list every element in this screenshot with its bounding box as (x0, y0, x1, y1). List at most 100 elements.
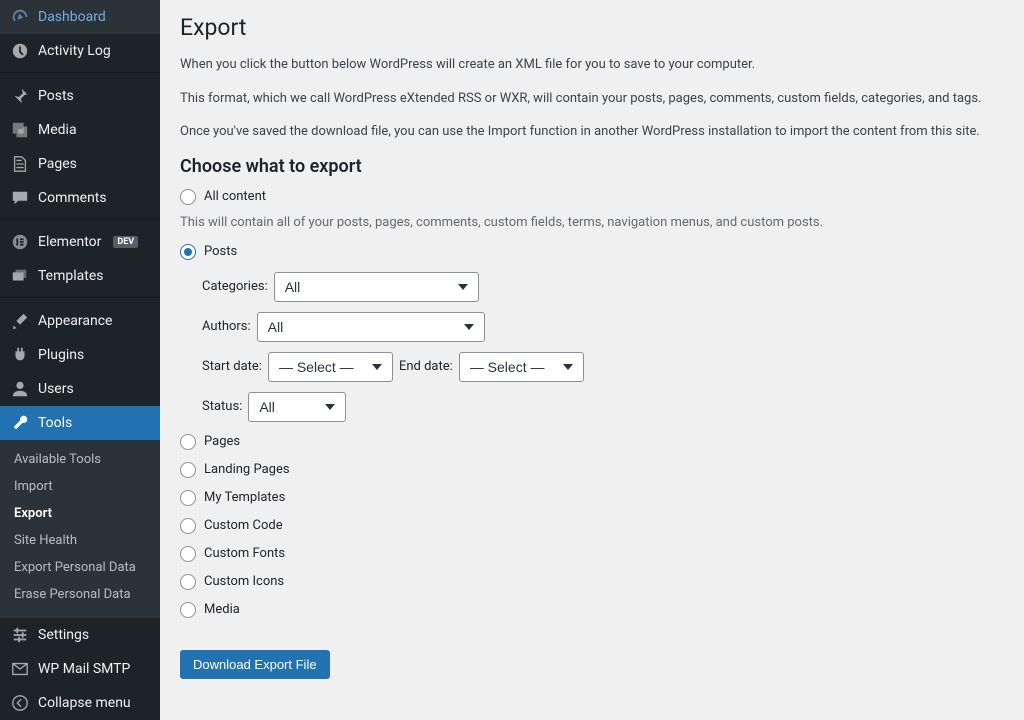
sidebar-item-users[interactable]: Users (0, 372, 160, 406)
option-all-content[interactable]: All content (180, 189, 1004, 205)
intro-p3: Once you've saved the download file, you… (180, 122, 1004, 142)
option-media[interactable]: Media (180, 602, 1004, 618)
dashboard-icon (10, 8, 30, 26)
start-date-label: Start date: (202, 359, 262, 374)
sidebar-item-pages[interactable]: Pages (0, 147, 160, 181)
submenu-export[interactable]: Export (0, 500, 160, 527)
radio-pages[interactable] (180, 434, 196, 450)
radio-all-content[interactable] (180, 189, 196, 205)
radio-custom-icons[interactable] (180, 574, 196, 590)
radio-my-templates[interactable] (180, 490, 196, 506)
categories-select[interactable]: All (274, 272, 479, 302)
option-label: Custom Code (204, 518, 283, 533)
posts-filters: Categories: All Authors: All Start date:… (202, 272, 1004, 422)
status-label: Status: (202, 399, 242, 414)
submenu-available-tools[interactable]: Available Tools (0, 446, 160, 473)
option-pages[interactable]: Pages (180, 434, 1004, 450)
filter-status: Status: All (202, 392, 1004, 422)
sidebar-item-label: Media (38, 122, 77, 138)
start-date-select[interactable]: — Select — (268, 352, 393, 382)
sidebar-item-label: Posts (38, 88, 74, 104)
option-label: All content (204, 189, 266, 204)
intro-p1: When you click the button below WordPres… (180, 55, 1004, 75)
all-content-hint: This will contain all of your posts, pag… (180, 215, 1004, 230)
option-custom-icons[interactable]: Custom Icons (180, 574, 1004, 590)
sidebar-item-comments[interactable]: Comments (0, 181, 160, 215)
download-export-button[interactable]: Download Export File (180, 650, 330, 679)
sidebar-collapse[interactable]: Collapse menu (0, 686, 160, 720)
pin-icon (10, 87, 30, 105)
option-custom-code[interactable]: Custom Code (180, 518, 1004, 534)
user-icon (10, 380, 30, 398)
sidebar-item-posts[interactable]: Posts (0, 79, 160, 113)
option-label: Pages (204, 434, 240, 449)
filter-dates: Start date: — Select — End date: — Selec… (202, 352, 1004, 382)
sidebar-item-label: Templates (38, 268, 104, 284)
sidebar-item-dashboard[interactable]: Dashboard (0, 0, 160, 34)
submenu-export-personal-data[interactable]: Export Personal Data (0, 554, 160, 581)
option-label: Media (204, 602, 240, 617)
sidebar-item-plugins[interactable]: Plugins (0, 338, 160, 372)
sidebar-item-label: Activity Log (38, 43, 111, 59)
radio-landing-pages[interactable] (180, 462, 196, 478)
option-label: Custom Fonts (204, 546, 285, 561)
intro-text: When you click the button below WordPres… (180, 55, 1004, 142)
radio-custom-code[interactable] (180, 518, 196, 534)
tools-submenu: Available Tools Import Export Site Healt… (0, 440, 160, 618)
wrench-icon (10, 414, 30, 432)
menu-separator (0, 297, 160, 300)
choose-export-heading: Choose what to export (180, 156, 1004, 177)
sidebar-item-wpmailsmtp[interactable]: WP Mail SMTP (0, 652, 160, 686)
option-label: Custom Icons (204, 574, 284, 589)
brush-icon (10, 312, 30, 330)
option-label: Posts (204, 244, 237, 259)
radio-custom-fonts[interactable] (180, 546, 196, 562)
collapse-icon (10, 694, 30, 712)
intro-p2: This format, which we call WordPress eXt… (180, 89, 1004, 109)
sidebar-item-label: Dashboard (38, 9, 106, 25)
radio-media[interactable] (180, 602, 196, 618)
mail-icon (10, 660, 30, 678)
sidebar-item-label: Plugins (38, 347, 84, 363)
end-date-select[interactable]: — Select — (459, 352, 584, 382)
comment-icon (10, 189, 30, 207)
option-landing-pages[interactable]: Landing Pages (180, 462, 1004, 478)
option-label: Landing Pages (204, 462, 290, 477)
status-select[interactable]: All (248, 392, 346, 422)
sidebar-item-settings[interactable]: Settings (0, 618, 160, 652)
sidebar-item-activity-log[interactable]: Activity Log (0, 34, 160, 68)
sidebar-item-elementor[interactable]: Elementor DEV (0, 225, 160, 259)
sidebar-item-media[interactable]: Media (0, 113, 160, 147)
option-posts[interactable]: Posts (180, 244, 1004, 260)
menu-separator (0, 72, 160, 75)
settings-icon (10, 626, 30, 644)
option-my-templates[interactable]: My Templates (180, 490, 1004, 506)
dev-badge: DEV (113, 236, 138, 248)
sidebar-item-label: Settings (38, 627, 89, 643)
sidebar-item-templates[interactable]: Templates (0, 259, 160, 293)
templates-icon (10, 267, 30, 285)
elementor-icon (10, 233, 30, 251)
sidebar-item-label: Tools (38, 415, 72, 431)
submenu-erase-personal-data[interactable]: Erase Personal Data (0, 581, 160, 608)
sidebar-item-label: Appearance (38, 313, 112, 329)
sidebar-item-label: Elementor (38, 234, 101, 250)
radio-posts[interactable] (180, 244, 196, 260)
sidebar-item-tools[interactable]: Tools (0, 406, 160, 440)
sidebar-item-label: WP Mail SMTP (38, 661, 130, 677)
submenu-import[interactable]: Import (0, 473, 160, 500)
plug-icon (10, 346, 30, 364)
pages-icon (10, 155, 30, 173)
authors-select[interactable]: All (257, 312, 485, 342)
submenu-site-health[interactable]: Site Health (0, 527, 160, 554)
categories-label: Categories: (202, 279, 268, 294)
sidebar-item-appearance[interactable]: Appearance (0, 304, 160, 338)
sidebar-item-label: Comments (38, 190, 107, 206)
sidebar-item-label: Users (38, 381, 74, 397)
authors-label: Authors: (202, 319, 251, 334)
clock-icon (10, 42, 30, 60)
media-icon (10, 121, 30, 139)
export-main: Export When you click the button below W… (160, 0, 1024, 720)
option-custom-fonts[interactable]: Custom Fonts (180, 546, 1004, 562)
filter-authors: Authors: All (202, 312, 1004, 342)
